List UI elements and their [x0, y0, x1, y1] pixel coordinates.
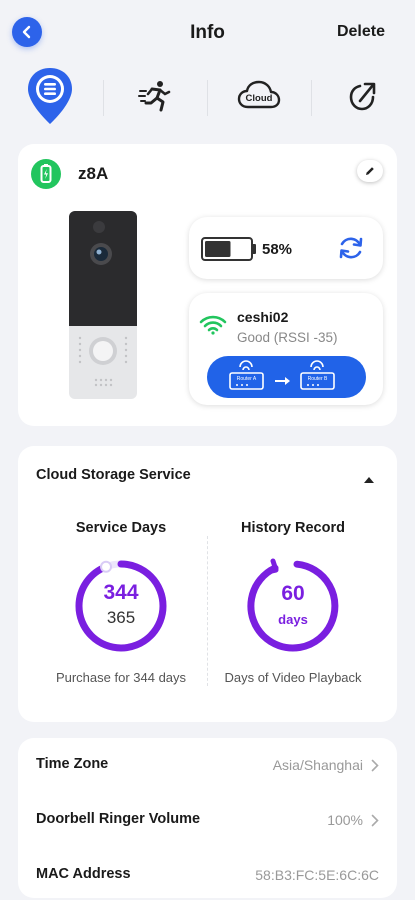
router-b-label: Router B	[308, 376, 328, 382]
chevron-right-icon	[371, 759, 379, 772]
setting-row-ringer-volume[interactable]: Doorbell Ringer Volume 100%	[18, 793, 397, 848]
setting-label: Time Zone	[36, 756, 109, 772]
wifi-signal-strength: Good (RSSI -35)	[237, 330, 338, 345]
device-card: z8A 58% ceshi02 Good (RSSI -35) Router A…	[18, 144, 397, 426]
delete-button[interactable]: Delete	[337, 23, 385, 41]
refresh-button[interactable]	[337, 234, 365, 267]
share-arrow-icon	[349, 82, 376, 111]
column-divider	[207, 536, 208, 686]
battery-device-status-icon	[31, 159, 61, 189]
tab-divider	[207, 80, 208, 116]
setting-value: 100%	[327, 812, 363, 828]
collapse-button[interactable]	[363, 471, 375, 489]
battery-level-icon	[201, 237, 256, 261]
caret-up-icon	[364, 477, 374, 483]
pencil-icon	[366, 167, 374, 175]
battery-status-box: 58%	[189, 217, 383, 279]
edit-name-button[interactable]	[357, 160, 383, 182]
service-days-heading: Service Days	[75, 520, 167, 536]
cloud-storage-title: Cloud Storage Service	[36, 467, 191, 483]
setting-label: MAC Address	[36, 866, 131, 882]
setting-value: 58:B3:FC:5E:6C:6C	[255, 867, 379, 883]
cloud-storage-card: Cloud Storage Service Service Days 344 3…	[18, 446, 397, 722]
setting-row-time-zone[interactable]: Time Zone Asia/Shanghai	[18, 738, 397, 793]
history-record-unit: days	[278, 612, 308, 627]
settings-list-card: Time Zone Asia/Shanghai Doorbell Ringer …	[18, 738, 397, 898]
wifi-ssid: ceshi02	[237, 309, 289, 325]
service-days-total: 365	[106, 608, 136, 627]
wifi-icon	[199, 315, 227, 335]
tab-motion[interactable]	[125, 66, 185, 126]
service-days-progress-ring	[75, 560, 167, 652]
history-record-value: 60	[281, 582, 305, 605]
setting-value: Asia/Shanghai	[272, 757, 363, 773]
refresh-icon	[339, 237, 363, 259]
switch-router-button[interactable]: Router A Router B	[207, 356, 366, 398]
tab-divider	[103, 80, 104, 116]
battery-percent: 58%	[262, 241, 293, 258]
tab-device-info[interactable]	[20, 66, 80, 126]
setting-label: Doorbell Ringer Volume	[36, 811, 201, 827]
tab-divider	[311, 80, 312, 116]
service-days-remaining: 344	[103, 581, 139, 604]
service-days-ring: 344 365	[73, 558, 169, 654]
service-days-caption: Purchase for 344 days	[55, 670, 187, 685]
setting-row-mac-address: MAC Address 58:B3:FC:5E:6C:6C	[18, 848, 397, 900]
history-record-caption: Days of Video Playback	[224, 670, 362, 685]
cloud-tab-label: Cloud	[246, 93, 273, 104]
history-record-ring-graphic	[247, 558, 339, 652]
router-a-label: Router A	[237, 376, 257, 382]
wifi-status-box: ceshi02 Good (RSSI -35) Router A Router …	[189, 293, 383, 405]
chevron-right-icon	[371, 814, 379, 827]
tab-cloud[interactable]: Cloud	[229, 66, 289, 126]
cloud-icon: Cloud	[237, 80, 281, 109]
battery-fill	[205, 241, 231, 257]
motion-running-icon	[138, 81, 171, 112]
function-tabs: Cloud	[0, 66, 415, 126]
header-bar: Info Delete	[0, 0, 415, 64]
router-switch-icon: Router A Router B	[229, 360, 335, 390]
tab-share[interactable]	[333, 66, 393, 126]
service-days-progress-arc	[75, 560, 167, 652]
doorbell-device-image	[69, 211, 137, 399]
device-info-pin-icon	[28, 68, 72, 124]
device-name: z8A	[78, 164, 109, 183]
service-days-progress-knob	[100, 560, 113, 573]
history-record-ring: 60 days	[245, 558, 341, 654]
history-record-heading: History Record	[241, 520, 345, 536]
